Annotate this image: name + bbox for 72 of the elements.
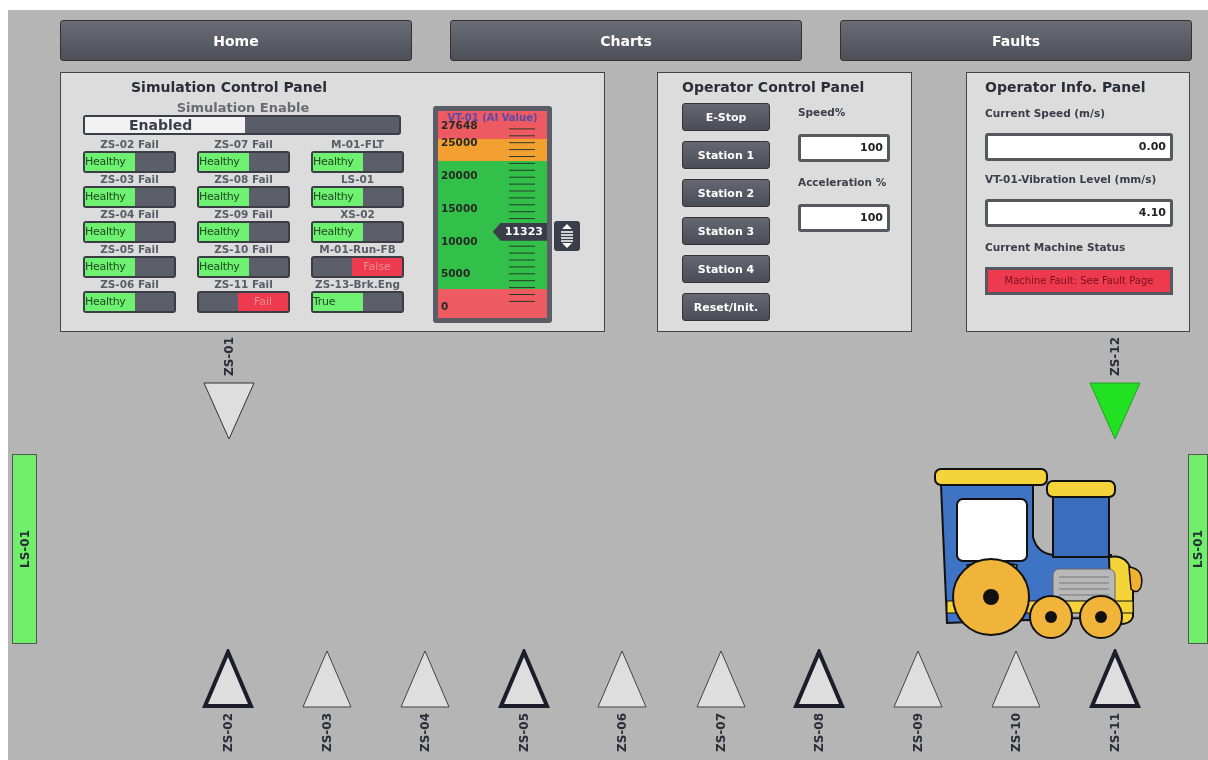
toggle-label: M-01-Run-FB [319, 243, 396, 256]
panel-title: Simulation Control Panel [130, 79, 328, 95]
toggle-label: ZS-09 Fail [214, 208, 273, 221]
toggle-switch[interactable]: Healthy [311, 151, 404, 173]
tick-label: 10000 [441, 233, 478, 248]
output-field: 4.10 [985, 199, 1173, 227]
tick-label: 0 [441, 299, 450, 313]
toggle-label: ZS-11 Fail [214, 278, 273, 291]
toggle-label: M-01-FLT [330, 138, 385, 151]
toggle-switch[interactable]: True [311, 291, 404, 313]
enable-toggle[interactable]: Enabled [83, 115, 401, 135]
toggle-switch[interactable]: Healthy [83, 291, 176, 313]
control-button[interactable]: Station 3 [682, 217, 770, 245]
output-field: 0.00 [985, 133, 1173, 161]
sensor-label: ZS-02 [221, 713, 236, 753]
field-label: Acceleration % [798, 176, 888, 190]
toggle-label: ZS-08 Fail [214, 173, 273, 186]
tick-label: 5000 [441, 266, 472, 281]
nav-button[interactable]: Charts [450, 20, 802, 61]
toggle-label: ZS-13-Brk.Eng [315, 278, 400, 291]
control-button[interactable]: Station 4 [682, 255, 770, 283]
toggle-switch[interactable]: Healthy [83, 186, 176, 208]
toggle-label: ZS-10 Fail [214, 243, 273, 256]
sensor-label: ZS-08 [812, 713, 827, 753]
sensor-label: ZS-10 [1009, 713, 1024, 753]
toggle-label: XS-02 [340, 208, 375, 221]
toggle-switch[interactable]: Healthy [197, 186, 290, 208]
field-label: Speed% [798, 106, 847, 120]
panel-title: Operator Info. Panel [985, 79, 1147, 95]
field-label: Current Machine Status [985, 241, 1127, 253]
control-button[interactable]: Station 2 [682, 179, 770, 207]
gauge-pointer: 11323 [492, 222, 547, 241]
field-label: Current Speed (m/s) [985, 107, 1106, 119]
status-indicator: Machine Fault: See Fault Page [985, 267, 1173, 295]
toggle-label: Simulation Enable [175, 100, 311, 115]
toggle-switch[interactable]: Healthy [83, 256, 176, 278]
toggle-switch[interactable]: Healthy [311, 221, 404, 243]
toggle-label: ZS-04 Fail [100, 208, 159, 221]
toggle-switch[interactable]: Healthy [83, 151, 176, 173]
toggle-switch[interactable]: Healthy [197, 151, 290, 173]
toggle-switch[interactable]: Healthy [197, 221, 290, 243]
toggle-switch[interactable]: Healthy [197, 256, 290, 278]
sensor-label: ZS-04 [418, 713, 433, 753]
toggle-label: ZS-03 Fail [100, 173, 159, 186]
nav-button[interactable]: Home [60, 20, 412, 61]
control-button[interactable]: Station 1 [682, 141, 770, 169]
sensor-label: ZS-01 [222, 337, 236, 377]
toggle-label: ZS-06 Fail [100, 278, 159, 291]
toggle-switch[interactable]: Healthy [311, 186, 404, 208]
toggle-label: ZS-02 Fail [100, 138, 159, 151]
field-label: VT-01-Vibration Level (mm/s) [985, 173, 1158, 185]
control-button[interactable]: Reset/Init. [682, 293, 770, 321]
nav-button[interactable]: Faults [840, 20, 1192, 61]
control-button[interactable]: E-Stop [682, 103, 770, 131]
sensor-label: ZS-11 [1107, 713, 1122, 753]
sensor-label: ZS-09 [910, 713, 925, 753]
sensor-label: ZS-12 [1108, 337, 1122, 377]
toggle-label: ZS-05 Fail [100, 243, 159, 256]
toggle-switch[interactable]: Healthy [83, 221, 176, 243]
stepper-icon[interactable] [554, 220, 580, 251]
tick-label: 25000 [441, 135, 478, 150]
toggle-label: ZS-07 Fail [214, 138, 273, 151]
sensor-label: ZS-03 [319, 713, 334, 753]
toggle-label: LS-01 [340, 173, 375, 186]
input-field[interactable]: 100 [798, 134, 890, 162]
tick-label: 15000 [441, 200, 478, 215]
sensor-label: ZS-06 [615, 713, 630, 753]
panel-title: Operator Control Panel [682, 79, 866, 95]
sensor-label: ZS-05 [516, 713, 531, 753]
input-field[interactable]: 100 [798, 204, 890, 232]
tick-label: 20000 [441, 168, 478, 183]
sensor-label: ZS-07 [713, 713, 728, 753]
